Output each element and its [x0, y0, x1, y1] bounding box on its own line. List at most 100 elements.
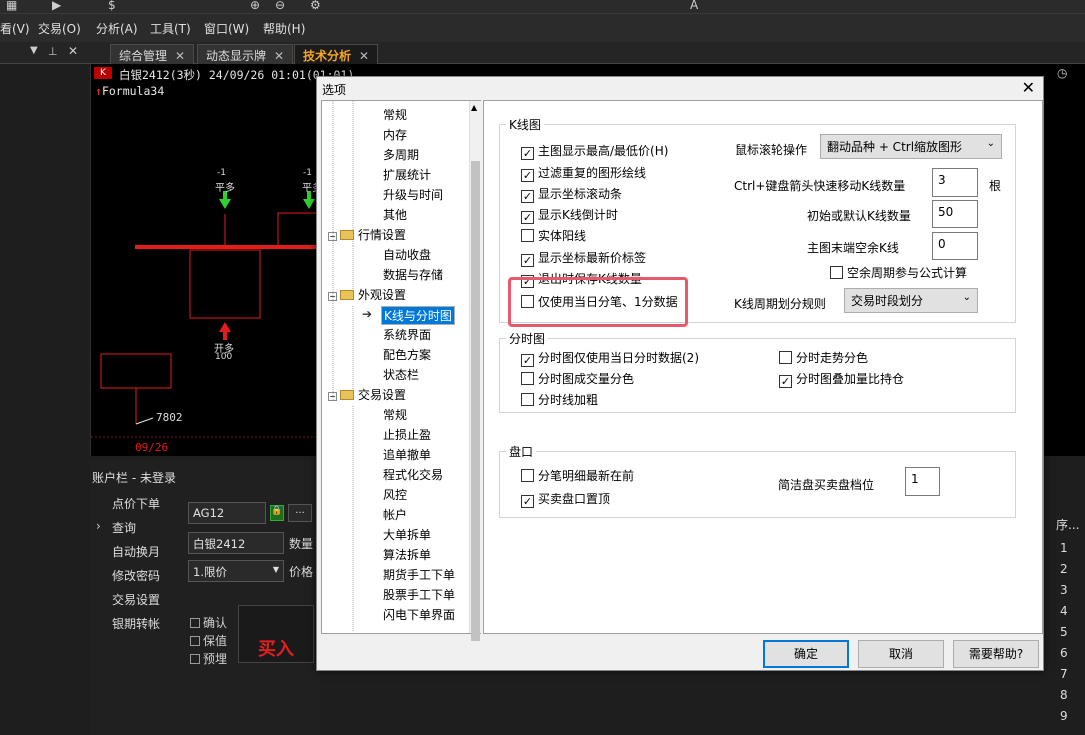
cancel-button[interactable]: 取消: [858, 640, 944, 668]
preorder-checkbox[interactable]: 预埋: [190, 650, 227, 667]
confirm-checkbox[interactable]: 确认: [190, 614, 227, 631]
kline-option-checkbox[interactable]: ✓ 显示K线倒计时: [521, 206, 618, 224]
grid-icon[interactable]: ▦: [6, 0, 17, 12]
tree-node[interactable]: 其他: [383, 206, 407, 223]
tail-space-input[interactable]: 0: [932, 232, 978, 260]
menu-trade[interactable]: 交易(O): [38, 20, 81, 37]
collapse-icon[interactable]: −: [328, 232, 337, 241]
timeshare-option-checkbox[interactable]: 分时走势分色: [779, 349, 868, 366]
tree-node[interactable]: 止损止盈: [383, 426, 431, 443]
price-type-select[interactable]: 1.限价 ▼: [188, 560, 284, 582]
dollar-icon[interactable]: $: [108, 0, 116, 12]
more-button[interactable]: ...: [288, 504, 312, 522]
buy-button[interactable]: 买入: [238, 605, 314, 663]
ok-button[interactable]: 确定: [763, 640, 849, 668]
collapse-icon[interactable]: −: [328, 292, 337, 301]
tree-node[interactable]: ➔ K线与分时图: [362, 306, 455, 325]
period-rule-select[interactable]: 交易时段划分 ⌄: [844, 288, 978, 313]
account-item-click-order[interactable]: 点价下单: [112, 495, 160, 512]
tree-node[interactable]: 程式化交易: [383, 466, 443, 483]
close-icon[interactable]: ✕: [1022, 78, 1035, 97]
scroll-up-icon[interactable]: ▲: [471, 103, 477, 112]
tab-dynamic-board[interactable]: 动态显示牌 ✕: [197, 44, 294, 64]
tree-node[interactable]: 风控: [383, 486, 407, 503]
sequence-header[interactable]: 序...: [1056, 516, 1079, 533]
contract-code-input[interactable]: AG12: [188, 502, 266, 524]
gear-icon[interactable]: ⚙: [310, 0, 321, 12]
tree-node[interactable]: 帐户: [383, 506, 407, 523]
panel-close-icon[interactable]: ✕: [68, 44, 78, 58]
tree-node[interactable]: 追单撤单: [383, 446, 431, 463]
ctrl-move-input[interactable]: 3: [932, 168, 978, 197]
tree-node[interactable]: 配色方案: [383, 346, 431, 363]
zoom-in-icon[interactable]: ⊕: [250, 0, 260, 12]
menu-view[interactable]: 看(V): [0, 20, 30, 37]
scroll-thumb[interactable]: [471, 161, 480, 641]
tree-node[interactable]: 系统界面: [383, 326, 431, 343]
account-item-auto-roll[interactable]: 自动换月: [112, 543, 160, 560]
left-panel: [0, 64, 90, 456]
tree-node[interactable]: 常规: [383, 406, 407, 423]
tree-node[interactable]: 状态栏: [383, 366, 419, 383]
tree-node[interactable]: 大单拆单: [383, 526, 431, 543]
timeshare-option-checkbox[interactable]: ✓ 分时图叠加量比持仓: [779, 370, 904, 388]
account-item-trade-settings[interactable]: 交易设置: [112, 591, 160, 608]
kline-option-checkbox[interactable]: 实体阳线: [521, 227, 586, 244]
help-button[interactable]: 需要帮助?: [953, 640, 1039, 668]
tree-node[interactable]: 常规: [383, 106, 407, 123]
tree-node[interactable]: − 交易设置: [328, 386, 406, 403]
menu-window[interactable]: 窗口(W): [204, 20, 249, 37]
dropdown-icon[interactable]: ▼: [30, 45, 38, 56]
account-item-bank-transfer[interactable]: 银期转帐: [112, 615, 160, 632]
tree-node[interactable]: 闪电下单界面: [383, 606, 455, 623]
pin-icon[interactable]: ⊥: [48, 45, 58, 58]
account-item-query[interactable]: 查询: [112, 519, 136, 536]
lock-icon[interactable]: 🔒: [270, 505, 284, 521]
timeshare-option-checkbox[interactable]: 分时图成交量分色: [521, 370, 634, 387]
menu-help[interactable]: 帮助(H): [263, 20, 305, 37]
contract-name-input[interactable]: 白银2412: [188, 532, 284, 554]
tree-node[interactable]: 内存: [383, 126, 407, 143]
zoom-out-icon[interactable]: ⊖: [275, 0, 285, 12]
tree-node[interactable]: 升级与时间: [383, 186, 443, 203]
tree-node[interactable]: − 行情设置: [328, 226, 406, 243]
timeshare-option-checkbox[interactable]: 分时线加粗: [521, 391, 598, 408]
menu-tools[interactable]: 工具(T): [150, 20, 191, 37]
chevron-down-icon: ⌄: [962, 292, 971, 303]
close-icon[interactable]: ✕: [175, 49, 185, 63]
kline-option-checkbox[interactable]: ✓ 过滤重复的图形绘线: [521, 164, 646, 182]
collapse-icon[interactable]: −: [328, 392, 337, 401]
highlight-box: [508, 277, 688, 327]
book-level-input[interactable]: 1: [905, 467, 940, 496]
tree-node[interactable]: − 外观设置: [328, 286, 406, 303]
play-icon[interactable]: ▶: [52, 0, 61, 12]
tree-node[interactable]: 自动收盘: [383, 246, 431, 263]
kline-option-checkbox[interactable]: ✓ 显示坐标最新价标签: [521, 249, 646, 267]
empty-period-checkbox[interactable]: 空余周期参与公式计算: [830, 264, 967, 281]
dialog-title: 选项: [322, 83, 347, 97]
tree-node[interactable]: 多周期: [383, 146, 419, 163]
tree-node[interactable]: 扩展统计: [383, 166, 431, 183]
hedge-checkbox[interactable]: 保值: [190, 632, 227, 649]
kline-option-checkbox[interactable]: ✓ 主图显示最高/最低价(H): [521, 142, 668, 160]
init-count-input[interactable]: 50: [932, 200, 978, 228]
menu-analysis[interactable]: 分析(A): [96, 20, 138, 37]
tab-overview[interactable]: 综合管理 ✕: [110, 44, 195, 64]
clock-icon[interactable]: ◷: [1057, 66, 1067, 80]
text-icon[interactable]: A: [690, 0, 698, 12]
init-count-label: 初始或默认K线数量: [807, 209, 911, 223]
list-item: 5: [1060, 625, 1068, 639]
tree-node[interactable]: 期货手工下单: [383, 566, 455, 583]
tree-node[interactable]: 股票手工下单: [383, 586, 455, 603]
tree-node[interactable]: 算法拆单: [383, 546, 431, 563]
pankou-option-checkbox[interactable]: ✓ 买卖盘口置顶: [521, 490, 610, 508]
timeshare-option-checkbox[interactable]: ✓ 分时图仅使用当日分时数据(2): [521, 349, 699, 367]
wheel-select[interactable]: 翻动品种 + Ctrl缩放图形 ⌄: [820, 134, 1002, 159]
close-icon[interactable]: ✕: [274, 49, 284, 63]
kline-option-checkbox[interactable]: ✓ 显示坐标滚动条: [521, 185, 622, 203]
account-item-change-password[interactable]: 修改密码: [112, 567, 160, 584]
tab-technical-analysis[interactable]: 技术分析 ✕: [294, 44, 379, 64]
pankou-option-checkbox[interactable]: 分笔明细最新在前: [521, 467, 634, 484]
close-icon[interactable]: ✕: [359, 49, 369, 63]
tree-node[interactable]: 数据与存储: [383, 266, 443, 283]
